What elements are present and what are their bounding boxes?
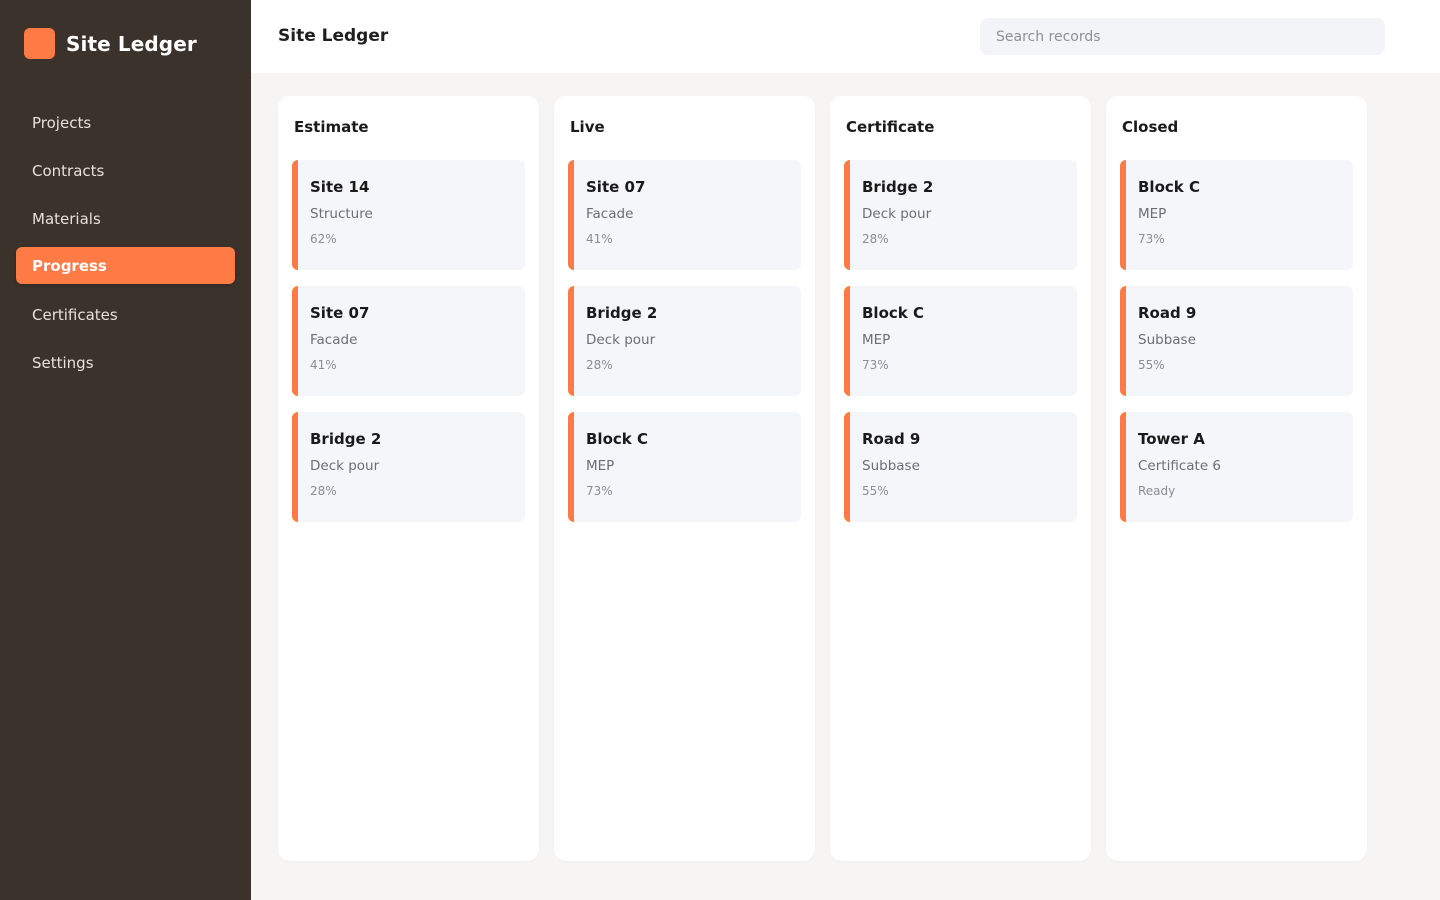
sidebar-item-materials[interactable]: Materials [16,200,235,237]
sidebar-item-progress[interactable]: Progress [16,247,235,284]
card-title: Block C [1138,178,1200,196]
top-bar: Site Ledger [251,0,1440,73]
card-list: Site 14 Structure 62% Site 07 Facade 41%… [292,160,525,522]
sidebar-item-settings[interactable]: Settings [16,344,235,381]
card-subtitle: Deck pour [310,458,380,474]
card-title: Road 9 [862,430,921,448]
sidebar-item-contracts[interactable]: Contracts [16,152,235,189]
card-subtitle: Deck pour [862,206,932,222]
search-input[interactable] [980,18,1385,55]
card-status: Ready [1138,484,1176,498]
sidebar-item-projects[interactable]: Projects [16,104,235,141]
column-title: Closed [1122,118,1179,136]
record-card[interactable]: Bridge 2 Deck pour 28% [844,160,1077,270]
record-card[interactable]: Bridge 2 Deck pour 28% [292,412,525,522]
sidebar: Site Ledger Projects Contracts Materials… [0,0,251,900]
card-progress: 73% [586,484,613,498]
card-title: Block C [862,304,924,322]
record-card[interactable]: Block C MEP 73% [844,286,1077,396]
card-progress: 28% [310,484,337,498]
card-title: Tower A [1138,430,1205,448]
kanban-board: Estimate Site 14 Structure 62% Site 07 F… [278,96,1367,861]
card-progress: 55% [862,484,889,498]
record-card[interactable]: Site 07 Facade 41% [292,286,525,396]
column-certificate: Certificate Bridge 2 Deck pour 28% Block… [830,96,1091,861]
card-subtitle: Facade [586,206,634,222]
card-progress: 73% [1138,232,1165,246]
card-title: Bridge 2 [862,178,934,196]
card-subtitle: Certificate 6 [1138,458,1222,474]
card-title: Road 9 [1138,304,1197,322]
card-subtitle: Subbase [862,458,920,474]
card-subtitle: Facade [310,332,358,348]
card-progress: 41% [586,232,613,246]
card-subtitle: Deck pour [586,332,656,348]
brand[interactable]: Site Ledger [24,28,197,59]
card-list: Bridge 2 Deck pour 28% Block C MEP 73% R… [844,160,1077,522]
record-card[interactable]: Site 07 Facade 41% [568,160,801,270]
column-title: Live [570,118,605,136]
card-subtitle: MEP [862,332,891,348]
page-title: Site Ledger [278,26,389,46]
card-title: Site 07 [310,304,370,322]
record-card[interactable]: Block C MEP 73% [568,412,801,522]
card-title: Site 07 [586,178,646,196]
brand-logo-icon [24,28,55,59]
record-card[interactable]: Tower A Certificate 6 Ready [1120,412,1353,522]
card-progress: 73% [862,358,889,372]
card-progress: 62% [310,232,337,246]
card-progress: 41% [310,358,337,372]
column-closed: Closed Block C MEP 73% Road 9 Subbase 55… [1106,96,1367,861]
card-subtitle: MEP [586,458,615,474]
sidebar-item-certificates[interactable]: Certificates [16,296,235,333]
card-list: Site 07 Facade 41% Bridge 2 Deck pour 28… [568,160,801,522]
record-card[interactable]: Road 9 Subbase 55% [844,412,1077,522]
record-card[interactable]: Site 14 Structure 62% [292,160,525,270]
card-title: Bridge 2 [586,304,658,322]
record-card[interactable]: Block C MEP 73% [1120,160,1353,270]
brand-name: Site Ledger [66,31,197,56]
card-subtitle: MEP [1138,206,1167,222]
record-card[interactable]: Bridge 2 Deck pour 28% [568,286,801,396]
card-progress: 28% [586,358,613,372]
column-live: Live Site 07 Facade 41% Bridge 2 Deck po… [554,96,815,861]
card-title: Site 14 [310,178,370,196]
record-card[interactable]: Road 9 Subbase 55% [1120,286,1353,396]
card-list: Block C MEP 73% Road 9 Subbase 55% Tower… [1120,160,1353,522]
column-title: Estimate [294,118,369,136]
card-title: Bridge 2 [310,430,382,448]
column-estimate: Estimate Site 14 Structure 62% Site 07 F… [278,96,539,861]
card-title: Block C [586,430,648,448]
card-subtitle: Structure [310,206,373,222]
card-progress: 55% [1138,358,1165,372]
card-progress: 28% [862,232,889,246]
column-title: Certificate [846,118,935,136]
card-subtitle: Subbase [1138,332,1196,348]
